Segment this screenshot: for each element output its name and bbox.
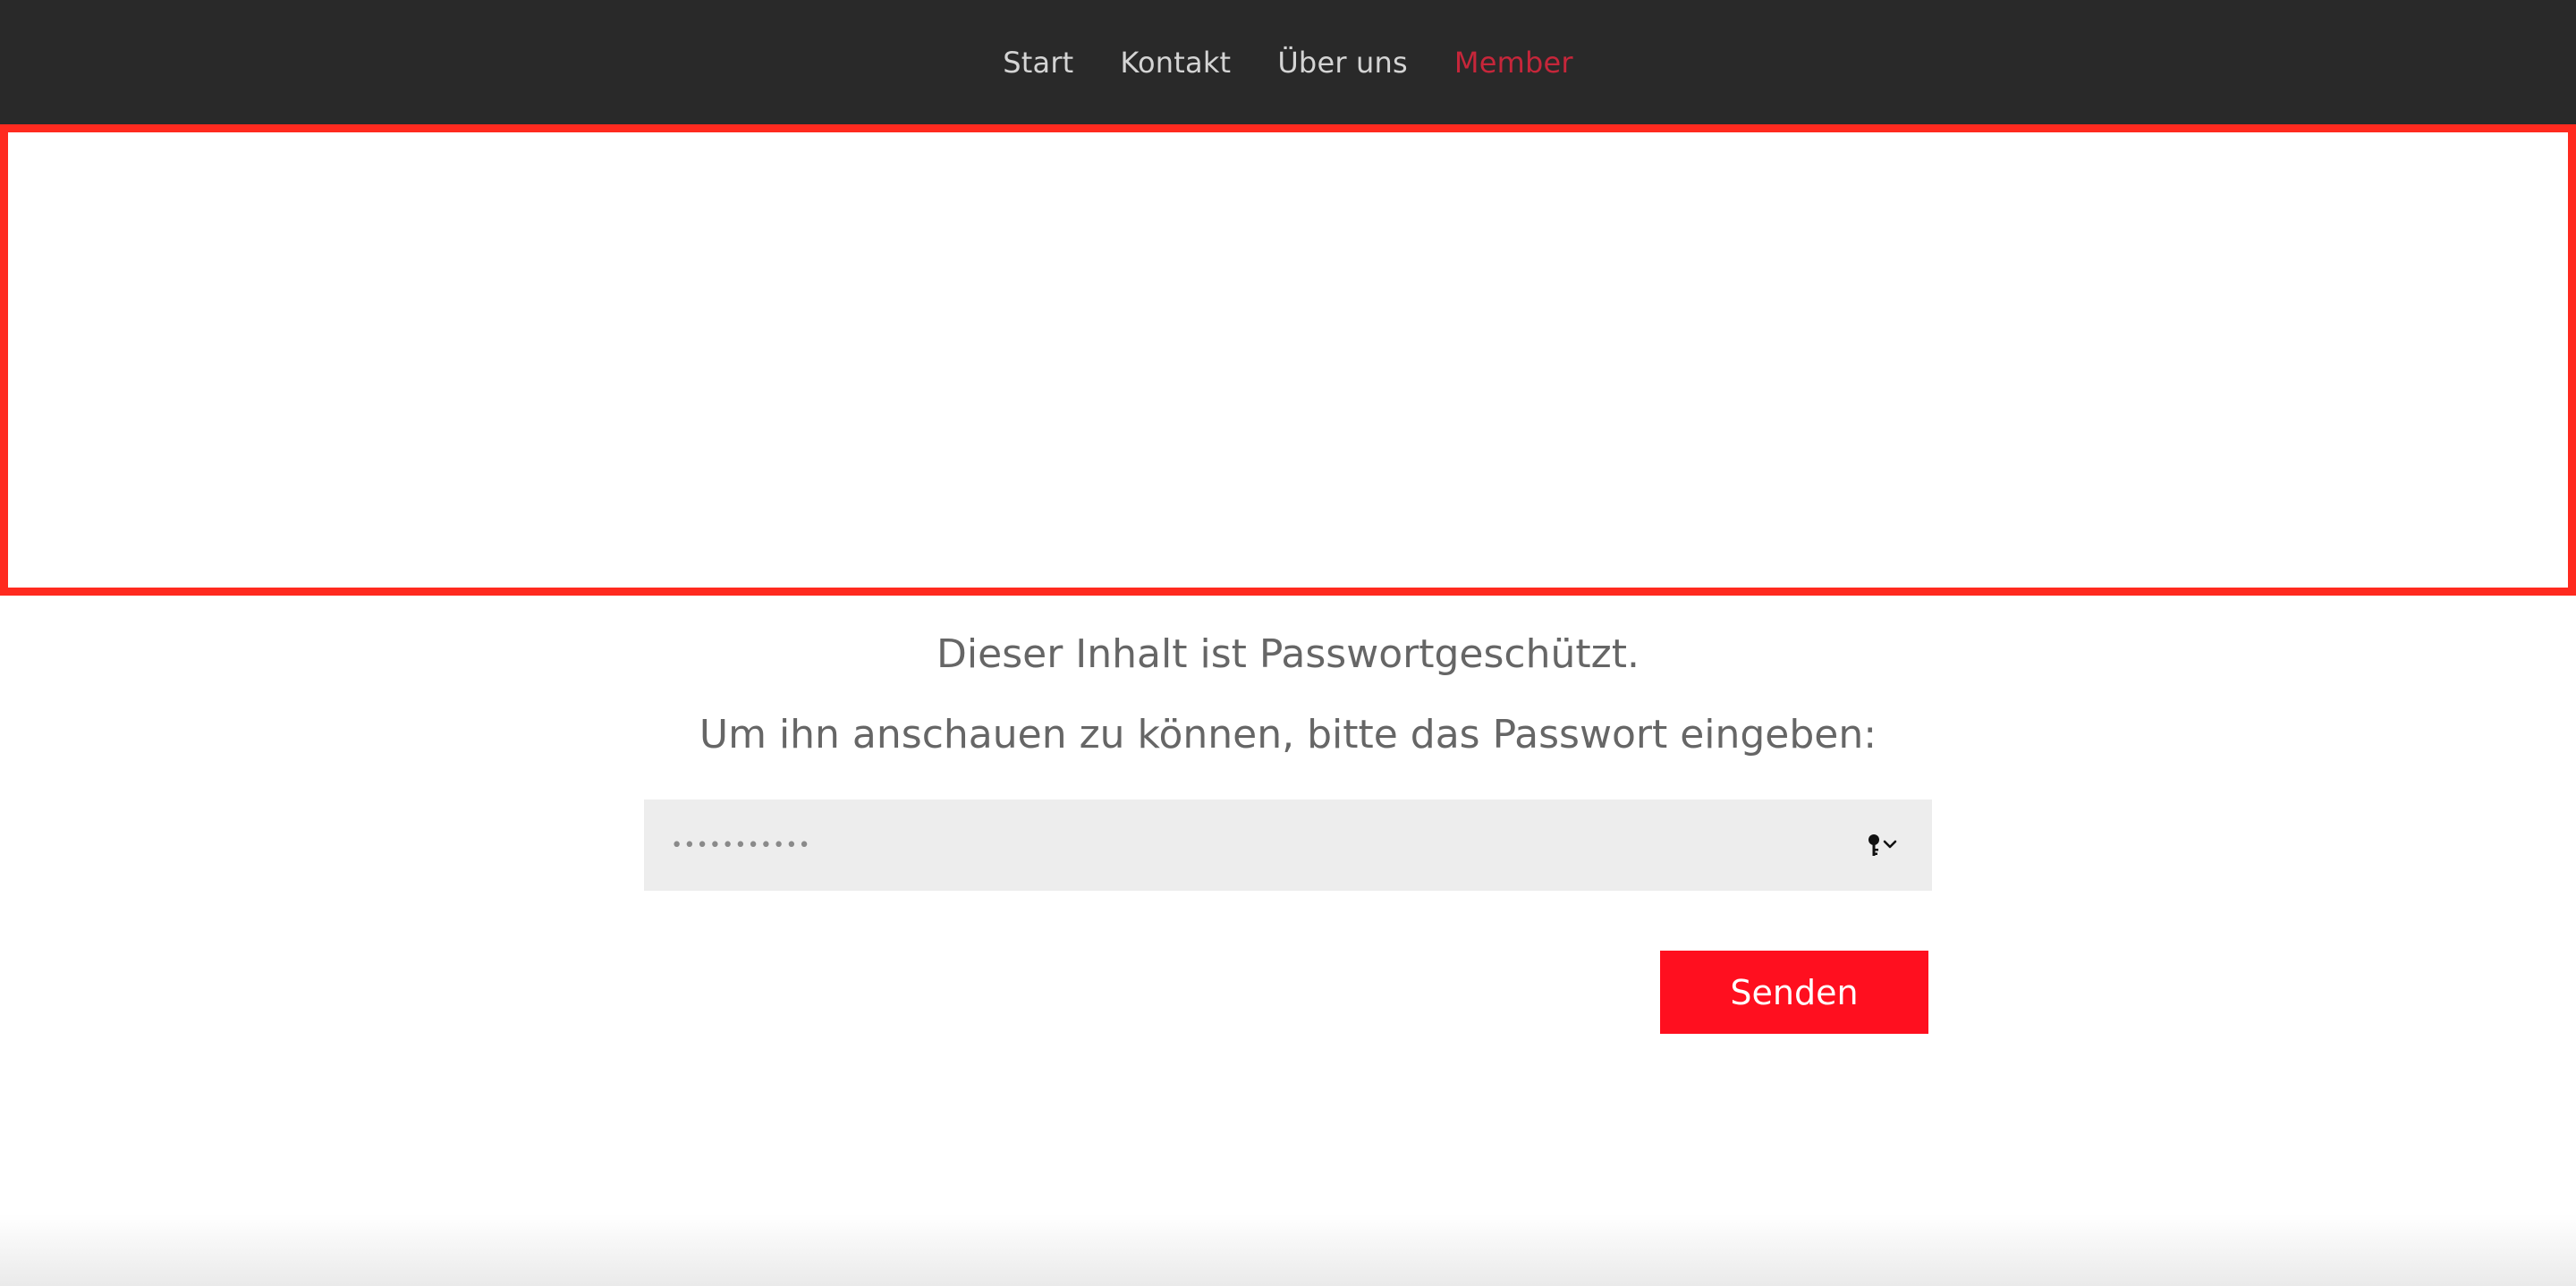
- password-input[interactable]: [671, 800, 1834, 891]
- protected-message: Dieser Inhalt ist Passwortgeschützt.: [936, 631, 1640, 677]
- bottom-shadow: [0, 1214, 2576, 1286]
- highlighted-empty-region: [0, 124, 2576, 596]
- nav-item-ueber-uns[interactable]: Über uns: [1277, 46, 1408, 80]
- key-icon[interactable]: [1866, 832, 1902, 859]
- password-field: [644, 800, 1932, 891]
- nav-item-start[interactable]: Start: [1003, 46, 1073, 80]
- submit-button[interactable]: Senden: [1660, 951, 1928, 1034]
- password-prompt: Um ihn anschauen zu können, bitte das Pa…: [699, 712, 1877, 757]
- nav-item-kontakt[interactable]: Kontakt: [1120, 46, 1231, 80]
- nav-item-member[interactable]: Member: [1454, 46, 1573, 80]
- main-menu: Start Kontakt Über uns Member: [0, 0, 2576, 125]
- top-navigation: Start Kontakt Über uns Member: [0, 0, 2576, 125]
